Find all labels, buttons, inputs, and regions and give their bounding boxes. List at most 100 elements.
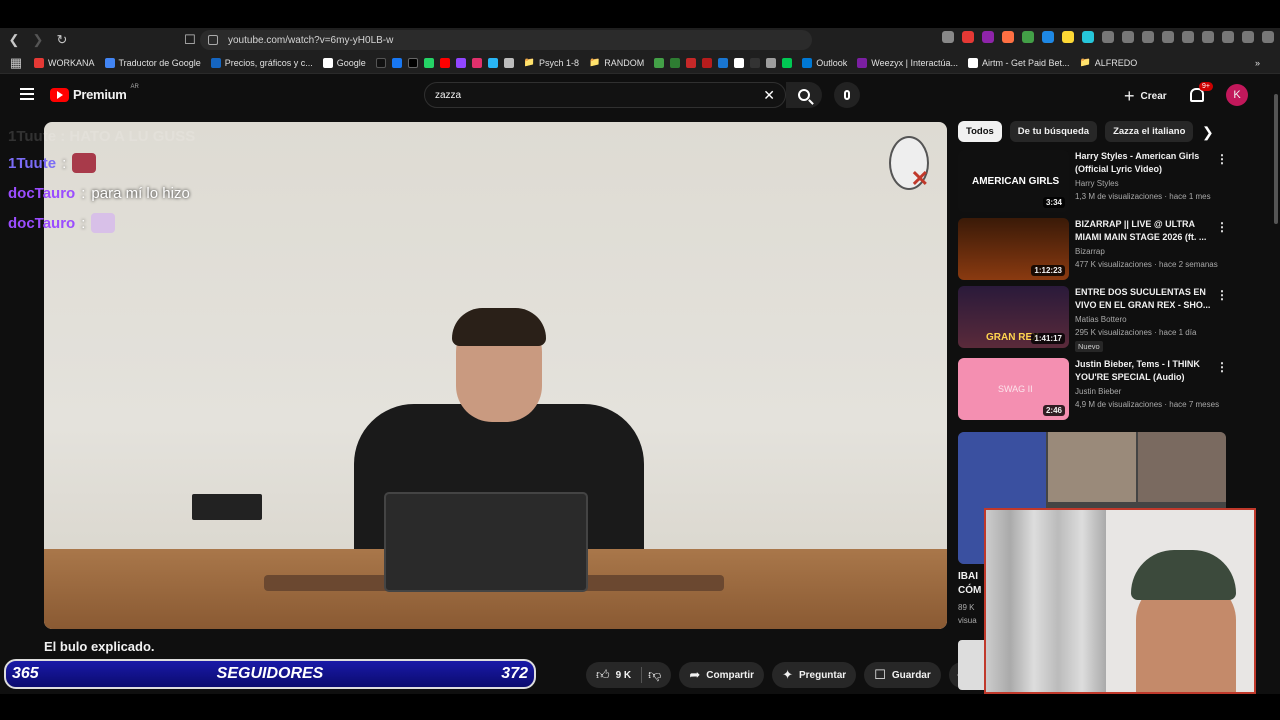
extension-icon[interactable] <box>1122 31 1134 43</box>
more-bookmarks-icon[interactable]: » <box>1255 58 1260 68</box>
create-button[interactable]: + Crear <box>1124 84 1167 108</box>
link-icon[interactable] <box>686 57 697 68</box>
extension-icon[interactable] <box>1142 31 1154 43</box>
extension-icon[interactable] <box>942 31 954 43</box>
clear-search-icon[interactable]: ✕ <box>763 87 775 104</box>
apps-icon[interactable]: ▦ <box>6 53 26 73</box>
recommendation-title[interactable]: BIZARRAP || LIVE @ ULTRA MIAMI MAIN STAG… <box>1075 218 1211 244</box>
ask-label: Preguntar <box>798 669 847 681</box>
recommendation-item[interactable]: 1:12:23 BIZARRAP || LIVE @ ULTRA MIAMI M… <box>958 218 1228 284</box>
hamburger-menu-icon[interactable] <box>20 88 34 100</box>
search-input[interactable]: zazza ✕ <box>424 82 786 108</box>
follower-goal: 372 <box>501 665 528 682</box>
page-scrollbar[interactable] <box>1272 88 1280 688</box>
bookmark-random[interactable]: 📁 RANDOM <box>589 57 644 68</box>
bookmark-outlook[interactable]: Outlook <box>802 57 847 68</box>
extension-icon[interactable] <box>1262 31 1274 43</box>
link-icon[interactable] <box>782 57 793 68</box>
link-icon[interactable] <box>487 57 498 68</box>
recommendation-title[interactable]: Harry Styles - American Girls (Official … <box>1075 150 1211 176</box>
next-thumbnail[interactable] <box>958 640 986 690</box>
save-button[interactable]: ☐ Guardar <box>864 662 941 688</box>
bookmark-google[interactable]: Google <box>322 57 366 68</box>
recommendation-channel[interactable]: Matias Bottero <box>1075 315 1127 324</box>
facebook-icon[interactable] <box>391 57 402 68</box>
ask-button[interactable]: ✦ Preguntar <box>772 662 857 688</box>
extension-icon[interactable] <box>1162 31 1174 43</box>
extension-icon[interactable] <box>1102 31 1114 43</box>
reload-icon[interactable]: ↻ <box>52 30 72 50</box>
search-value: zazza <box>435 89 462 101</box>
link-icon[interactable] <box>654 57 665 68</box>
voice-search-button[interactable] <box>834 82 860 108</box>
extension-icon[interactable] <box>1082 31 1094 43</box>
tiktok-icon[interactable] <box>375 57 386 68</box>
link-icon[interactable] <box>734 57 745 68</box>
bookmark-psych[interactable]: 📁 Psych 1-8 <box>524 57 579 68</box>
thumbs-down-icon[interactable]: 👎︎ <box>648 667 661 683</box>
site-settings-icon[interactable] <box>208 35 218 45</box>
video-thumbnail[interactable]: 1:12:23 <box>958 218 1069 280</box>
address-bar[interactable]: youtube.com/watch?v=6my-yH0LB-w <box>200 30 812 50</box>
chip-from-search[interactable]: De tu búsqueda <box>1009 121 1098 142</box>
link-icon[interactable] <box>670 57 681 68</box>
recommendation-channel[interactable]: Harry Styles <box>1075 179 1119 188</box>
extension-icon[interactable] <box>1002 31 1014 43</box>
extension-icon[interactable] <box>982 31 994 43</box>
youtube-logo[interactable]: Premium AR <box>50 84 139 102</box>
link-icon[interactable] <box>702 57 713 68</box>
extension-icon[interactable] <box>1022 31 1034 43</box>
link-icon[interactable] <box>750 57 761 68</box>
chat-line: docTauro : <box>8 208 195 238</box>
extension-icon[interactable] <box>1202 31 1214 43</box>
link-icon[interactable] <box>718 57 729 68</box>
back-icon[interactable]: ❮ <box>4 30 24 50</box>
instagram-icon[interactable] <box>471 57 482 68</box>
bookmark-translate[interactable]: Traductor de Google <box>104 57 201 68</box>
more-vertical-icon[interactable]: ⋮ <box>1216 288 1228 302</box>
extension-icon[interactable] <box>1222 31 1234 43</box>
more-vertical-icon[interactable]: ⋮ <box>1216 152 1228 166</box>
mic-icon <box>844 90 850 100</box>
video-thumbnail[interactable]: SWAG II 2:46 <box>958 358 1069 420</box>
link-icon[interactable] <box>766 57 777 68</box>
bookmark-weezyx[interactable]: Weezyx | Interactúa... <box>857 57 958 68</box>
bookmark-prices[interactable]: Precios, gráficos y c... <box>210 57 313 68</box>
search-button[interactable] <box>786 82 822 108</box>
channel-watermark-icon[interactable]: ✕ <box>889 136 929 191</box>
chevron-right-icon[interactable]: ❯ <box>1202 124 1214 141</box>
recommendation-channel[interactable]: Bizarrap <box>1075 247 1105 256</box>
forward-icon[interactable]: ❯ <box>28 30 48 50</box>
mix-title[interactable]: IBAI CÓM <box>958 570 981 598</box>
avatar[interactable]: K <box>1226 84 1248 106</box>
extension-icon[interactable] <box>1042 31 1054 43</box>
scrollbar-thumb[interactable] <box>1274 94 1278 224</box>
youtube-icon[interactable] <box>439 57 450 68</box>
video-thumbnail[interactable]: GRAN REX 1:41:17 <box>958 286 1069 348</box>
recommendation-channel[interactable]: Justin Bieber <box>1075 387 1121 396</box>
recommendation-title[interactable]: Justin Bieber, Tems - I THINK YOU'RE SPE… <box>1075 358 1211 384</box>
bookmark-alfredo[interactable]: 📁 ALFREDO <box>1080 57 1138 68</box>
extension-icon[interactable] <box>1182 31 1194 43</box>
like-button[interactable]: 👍︎ 9 K 👎︎ <box>586 662 672 688</box>
recommendation-item[interactable]: SWAG II 2:46 Justin Bieber, Tems - I THI… <box>958 358 1228 424</box>
extension-icon[interactable] <box>962 31 974 43</box>
chip-all[interactable]: Todos <box>958 121 1002 142</box>
link-icon[interactable] <box>503 57 514 68</box>
whatsapp-icon[interactable] <box>423 57 434 68</box>
more-vertical-icon[interactable]: ⋮ <box>1216 220 1228 234</box>
chip-zazza[interactable]: Zazza el italiano <box>1105 121 1194 142</box>
bookmark-workana[interactable]: WORKANA <box>34 57 95 68</box>
share-button[interactable]: ➦ Compartir <box>679 662 765 688</box>
extension-icon[interactable] <box>1062 31 1074 43</box>
recommendation-item[interactable]: AMERICAN GIRLS 3:34 Harry Styles - Ameri… <box>958 150 1228 216</box>
bookmark-airtm[interactable]: Airtm - Get Paid Bet... <box>968 57 1070 68</box>
x-icon[interactable] <box>407 57 418 68</box>
bookmark-icon[interactable]: ☐ <box>180 30 200 50</box>
extension-icon[interactable] <box>1242 31 1254 43</box>
recommendation-title[interactable]: ENTRE DOS SUCULENTAS EN VIVO EN EL GRAN … <box>1075 286 1211 312</box>
recommendation-item[interactable]: GRAN REX 1:41:17 ENTRE DOS SUCULENTAS EN… <box>958 286 1228 352</box>
twitch-icon[interactable] <box>455 57 466 68</box>
video-thumbnail[interactable]: AMERICAN GIRLS 3:34 <box>958 150 1069 212</box>
more-vertical-icon[interactable]: ⋮ <box>1216 360 1228 374</box>
